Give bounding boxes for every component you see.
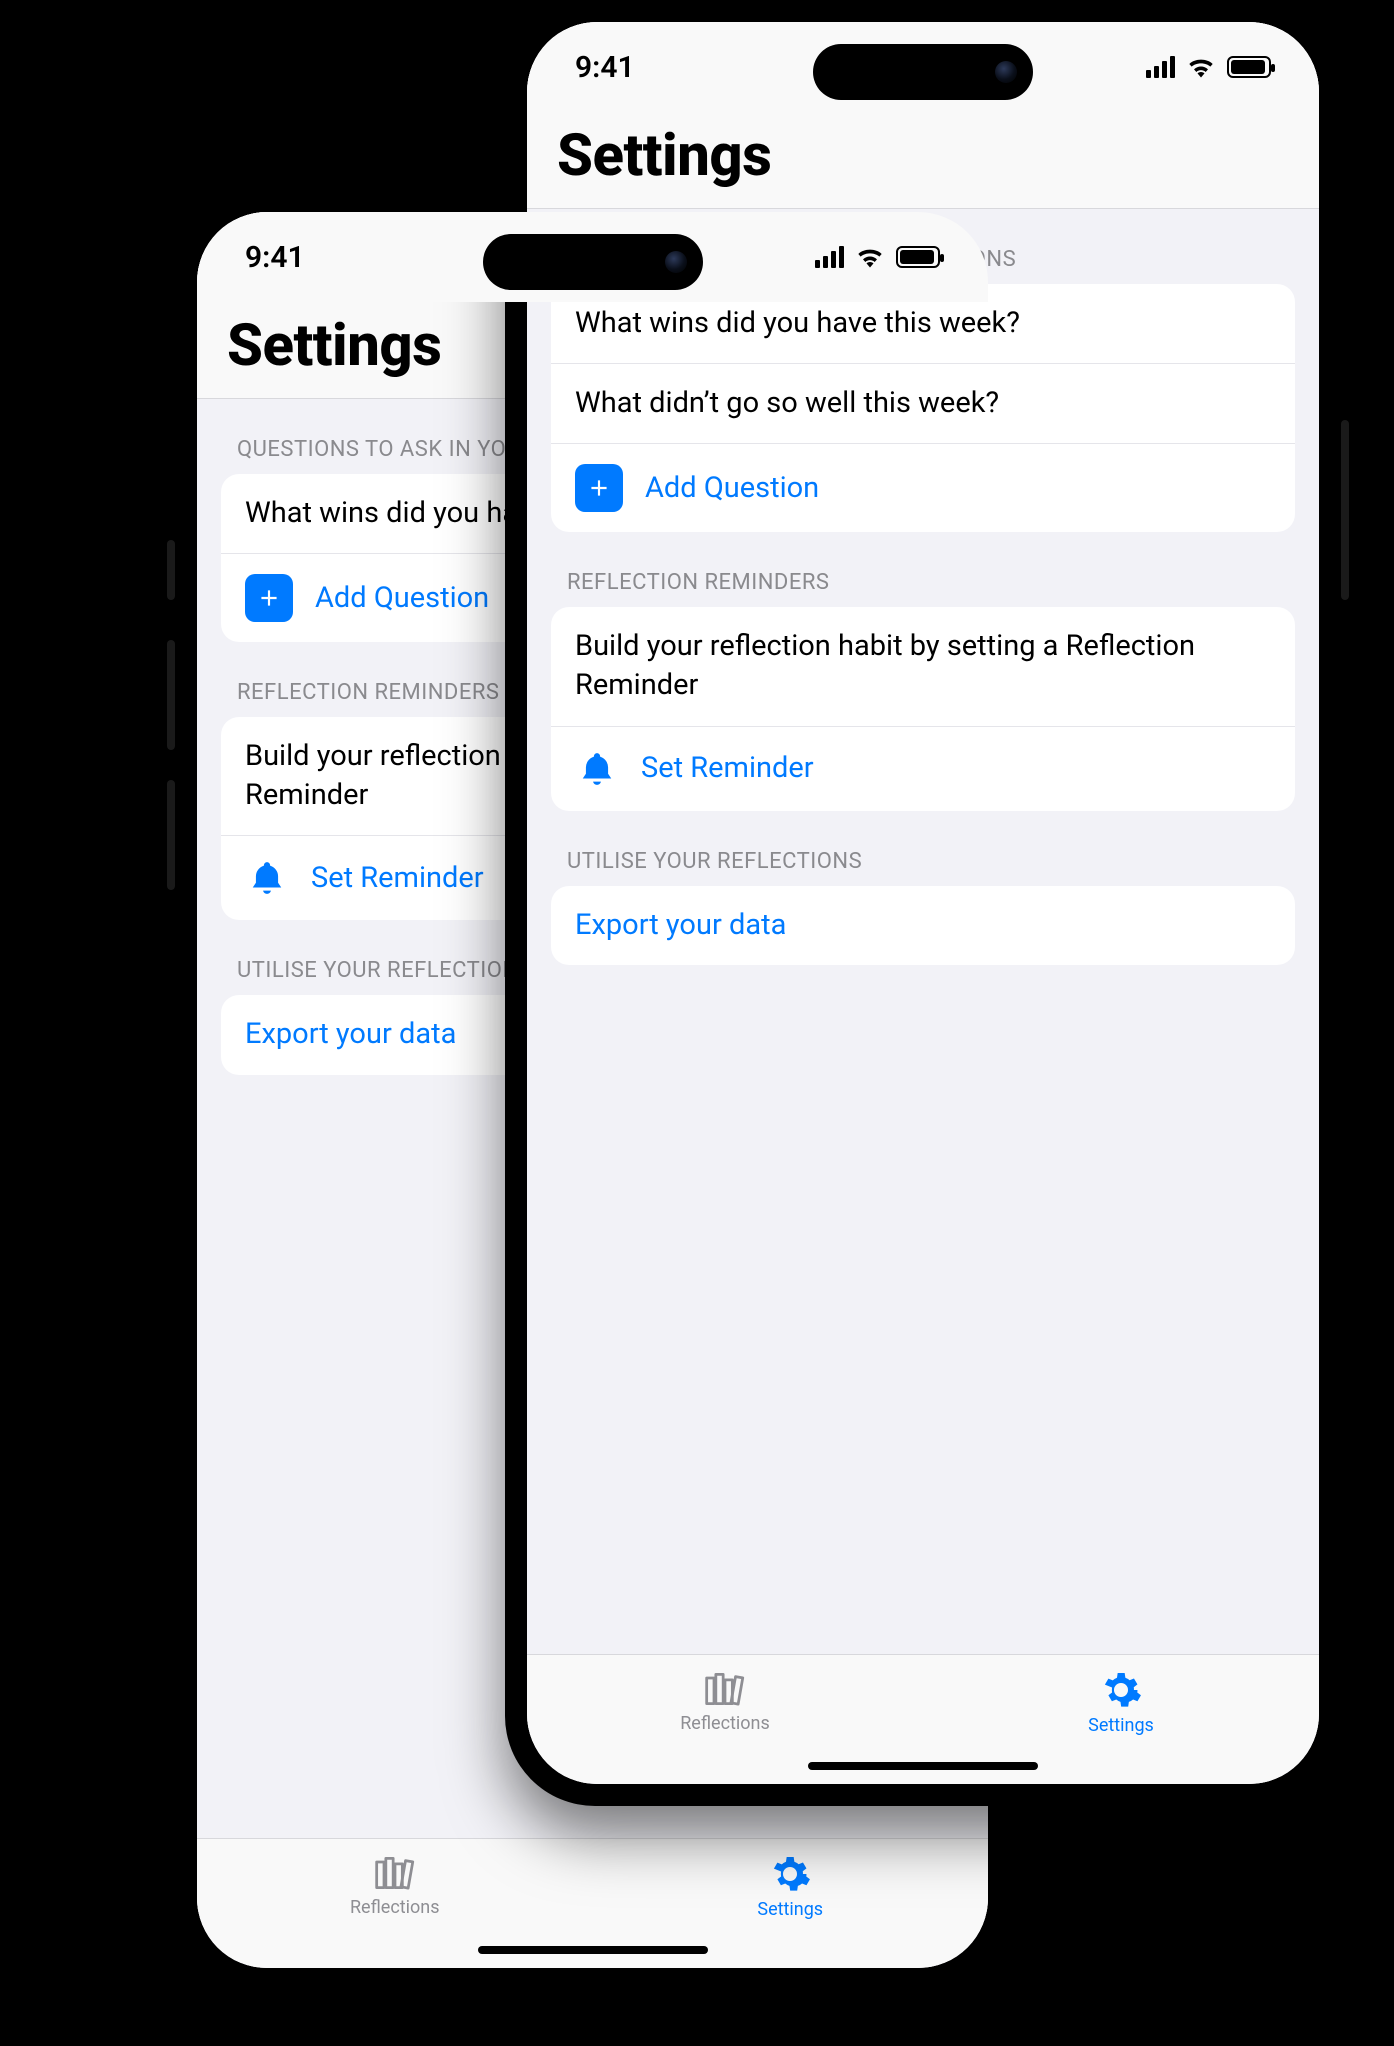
add-question-button[interactable]: Add Question <box>551 443 1295 532</box>
status-time: 9:41 <box>245 240 305 275</box>
wifi-icon <box>1187 56 1215 78</box>
books-icon <box>703 1669 747 1709</box>
battery-icon <box>1227 56 1271 78</box>
export-data-label: Export your data <box>575 906 1271 945</box>
export-data-button[interactable]: Export your data <box>551 886 1295 965</box>
phone-side-button <box>1341 420 1349 600</box>
books-icon <box>373 1853 417 1893</box>
plus-icon <box>575 464 623 512</box>
cellular-icon <box>815 246 844 268</box>
bell-icon <box>575 747 619 791</box>
add-question-label: Add Question <box>645 469 1271 508</box>
tab-label: Settings <box>1088 1715 1154 1736</box>
section-header-reminders: REFLECTION REMINDERS <box>567 570 1279 595</box>
home-indicator[interactable] <box>808 1762 1038 1770</box>
page-title: Settings <box>557 122 1289 190</box>
reminder-prompt-text: Build your reflection habit by setting a… <box>575 627 1271 705</box>
phone-side-button <box>167 540 175 600</box>
set-reminder-label: Set Reminder <box>641 749 1271 788</box>
status-indicators <box>815 246 940 268</box>
question-text: What didn’t go so well this week? <box>575 384 1271 423</box>
plus-icon <box>245 574 293 622</box>
dynamic-island <box>813 44 1033 100</box>
question-row[interactable]: What didn’t go so well this week? <box>551 363 1295 443</box>
reminders-card: Build your reflection habit by setting a… <box>551 607 1295 810</box>
status-time: 9:41 <box>575 50 635 85</box>
wifi-icon <box>856 246 884 268</box>
utilise-card: Export your data <box>551 886 1295 965</box>
section-header-utilise: UTILISE YOUR REFLECTIONS <box>567 849 1279 874</box>
questions-card: What wins did you have this week? What d… <box>551 284 1295 532</box>
phone-side-button <box>167 780 175 890</box>
set-reminder-button[interactable]: Set Reminder <box>551 726 1295 811</box>
bell-icon <box>245 856 289 900</box>
dynamic-island <box>483 234 703 290</box>
reminder-prompt-row: Build your reflection habit by setting a… <box>551 607 1295 725</box>
gear-icon <box>769 1853 811 1895</box>
tab-label: Settings <box>757 1899 823 1920</box>
status-indicators <box>1146 56 1271 78</box>
home-indicator[interactable] <box>478 1946 708 1954</box>
gear-icon <box>1100 1669 1142 1711</box>
tab-label: Reflections <box>680 1713 770 1734</box>
battery-icon <box>896 246 940 268</box>
tab-label: Reflections <box>350 1897 440 1918</box>
question-text: What wins did you have this week? <box>575 304 1271 343</box>
phone-side-button <box>167 640 175 750</box>
cellular-icon <box>1146 56 1175 78</box>
